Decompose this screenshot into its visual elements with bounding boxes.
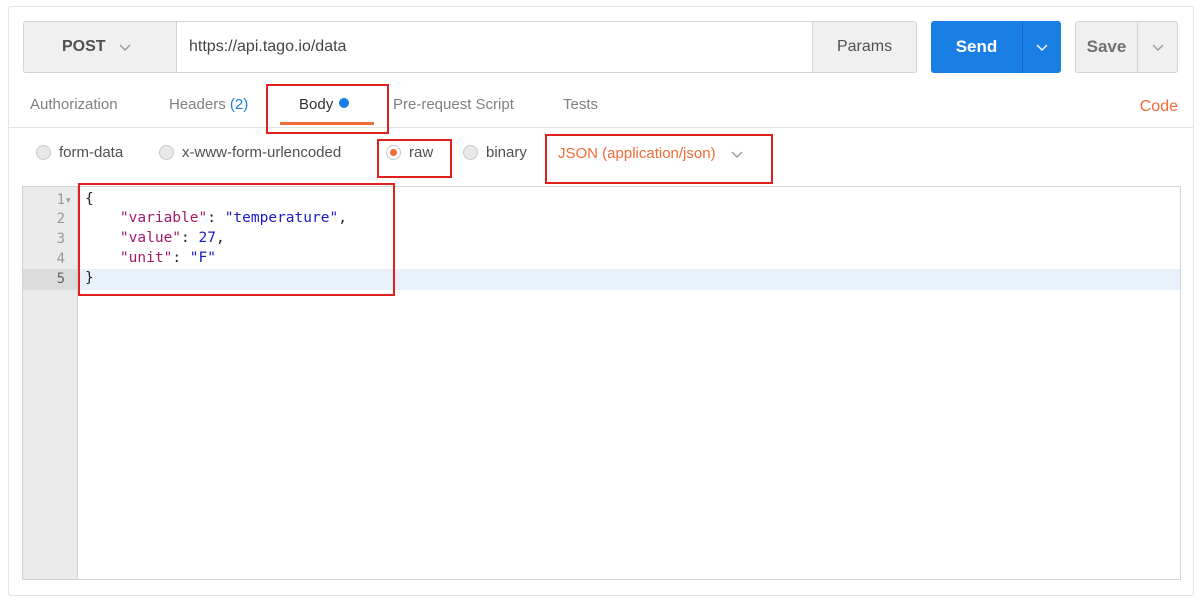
tab-label: Headers bbox=[169, 96, 226, 113]
json-key: "value" bbox=[119, 230, 182, 246]
chevron-down-icon bbox=[119, 44, 131, 51]
send-dropdown-button[interactable] bbox=[1022, 21, 1061, 73]
code-line: } bbox=[85, 270, 94, 286]
tab-label: Body bbox=[299, 96, 334, 113]
tab-label: Pre-request Script bbox=[393, 96, 514, 113]
radio-circle-icon bbox=[36, 145, 51, 160]
line-number: 2 bbox=[56, 211, 65, 227]
radio-selected-icon bbox=[386, 145, 401, 160]
params-button[interactable]: Params bbox=[812, 21, 917, 73]
save-dropdown-button[interactable] bbox=[1138, 21, 1178, 73]
json-comma: , bbox=[215, 230, 225, 246]
save-button[interactable]: Save bbox=[1075, 21, 1138, 73]
method-select[interactable]: POST bbox=[23, 21, 176, 73]
url-text: https://api.tago.io/data bbox=[189, 38, 347, 55]
body-editor[interactable]: 1 ▾ 2 3 4 5 { "variable": "temperature",… bbox=[22, 186, 1181, 580]
json-separator: : bbox=[181, 230, 199, 246]
chevron-down-icon bbox=[1152, 44, 1163, 51]
tab-label: Tests bbox=[563, 96, 599, 113]
tab-headers[interactable]: Headers (2) bbox=[169, 96, 248, 113]
brace: } bbox=[85, 270, 94, 286]
chevron-down-icon bbox=[731, 151, 743, 158]
code-line: "value": 27, bbox=[85, 230, 225, 246]
radio-binary[interactable]: binary bbox=[463, 144, 527, 161]
fold-arrow-icon[interactable]: ▾ bbox=[66, 195, 71, 206]
modified-dot-icon bbox=[339, 98, 350, 108]
json-value: "temperature" bbox=[224, 210, 339, 226]
radio-label: form-data bbox=[59, 144, 124, 161]
code-link[interactable]: Code bbox=[1140, 98, 1178, 116]
code-line: "variable": "temperature", bbox=[85, 210, 347, 226]
tab-authorization[interactable]: Authorization bbox=[30, 96, 118, 113]
tab-body[interactable]: Body bbox=[299, 96, 350, 113]
json-comma: , bbox=[338, 210, 347, 226]
json-separator: : bbox=[207, 210, 225, 226]
json-key: "unit" bbox=[119, 250, 173, 266]
json-value: 27 bbox=[198, 230, 216, 246]
line-number: 5 bbox=[56, 271, 65, 287]
radio-x-www-form-urlencoded[interactable]: x-www-form-urlencoded bbox=[159, 144, 341, 161]
radio-circle-icon bbox=[159, 145, 174, 160]
divider bbox=[9, 127, 1193, 128]
send-button[interactable]: Send bbox=[931, 21, 1022, 73]
line-number: 3 bbox=[56, 231, 65, 247]
active-tab-indicator bbox=[280, 122, 374, 125]
json-value: "F" bbox=[189, 250, 216, 266]
radio-form-data[interactable]: form-data bbox=[36, 144, 123, 161]
line-number: 4 bbox=[56, 251, 65, 267]
tab-label: Authorization bbox=[30, 96, 118, 113]
radio-label: binary bbox=[486, 144, 527, 161]
radio-label: x-www-form-urlencoded bbox=[182, 144, 342, 161]
tab-pre-request-script[interactable]: Pre-request Script bbox=[393, 96, 514, 113]
tab-tests[interactable]: Tests bbox=[563, 96, 598, 113]
brace: { bbox=[85, 191, 94, 207]
code-line: "unit": "F" bbox=[85, 250, 216, 266]
chevron-down-icon bbox=[1036, 44, 1048, 51]
code-line: { bbox=[85, 191, 94, 207]
line-number: 1 bbox=[56, 192, 65, 208]
radio-label: raw bbox=[409, 144, 434, 161]
content-type-label: JSON (application/json) bbox=[558, 145, 716, 162]
radio-raw[interactable]: raw bbox=[386, 144, 433, 161]
url-input[interactable]: https://api.tago.io/data bbox=[176, 21, 812, 73]
json-separator: : bbox=[172, 250, 190, 266]
active-line-highlight bbox=[78, 269, 1180, 290]
content-type-dropdown[interactable]: JSON (application/json) bbox=[558, 145, 744, 162]
method-label: POST bbox=[62, 38, 106, 55]
headers-count-badge: (2) bbox=[229, 96, 249, 113]
radio-circle-icon bbox=[463, 145, 478, 160]
json-key: "variable" bbox=[119, 210, 208, 226]
